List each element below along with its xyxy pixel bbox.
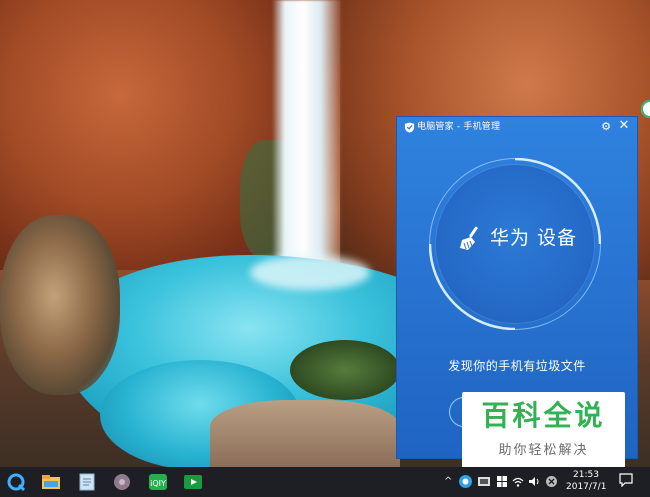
notification-center-icon[interactable] [619, 473, 633, 487]
clock-time: 21:53 [573, 470, 599, 480]
taskbar: iQIY ^ 21:53 2017/7/1 [0, 467, 650, 497]
close-icon[interactable]: ✕ [618, 119, 630, 132]
wallpaper-tree [0, 215, 120, 395]
clock-date: 2017/7/1 [566, 482, 607, 492]
search-q-icon[interactable] [5, 471, 27, 493]
watermark-badge: 百科全说 助你轻松解决 [462, 392, 625, 472]
settings-gear-icon[interactable]: ⚙ [600, 121, 612, 133]
windows-defender-icon[interactable] [496, 475, 508, 488]
wallpaper-spray [250, 255, 370, 290]
clock[interactable]: 21:53 2017/7/1 [566, 469, 606, 493]
tray-expand-icon[interactable]: ^ [444, 475, 452, 489]
tray-app-icon[interactable] [477, 475, 491, 488]
watermark-subtitle: 助你轻松解决 [498, 443, 589, 458]
iqiyi-icon[interactable]: iQIY [147, 471, 169, 493]
no-network-icon[interactable] [545, 475, 558, 488]
window-titlebar[interactable]: 电脑管家 - 手机管理 ⚙ ✕ [397, 117, 637, 139]
broom-icon [460, 226, 478, 250]
media-disc-icon[interactable] [111, 471, 133, 493]
wallpaper-plants [290, 340, 400, 400]
shield-icon [404, 122, 415, 133]
notepad-icon[interactable] [76, 471, 98, 493]
wifi-icon[interactable] [512, 475, 524, 488]
file-explorer-icon[interactable] [40, 471, 62, 493]
wallpaper-rock [210, 400, 400, 467]
tencent-manager-tray-icon[interactable] [458, 474, 473, 489]
window-title: 电脑管家 - 手机管理 [417, 122, 501, 132]
device-name: 华为 设备 [490, 227, 578, 249]
video-player-icon[interactable] [182, 471, 204, 493]
volume-icon[interactable] [528, 475, 541, 488]
svg-text:iQIY: iQIY [150, 479, 166, 488]
wallpaper-waterfall [272, 0, 342, 280]
junk-files-message: 发现你的手机有垃圾文件 [448, 359, 586, 373]
watermark-title: 百科全说 [481, 399, 606, 432]
